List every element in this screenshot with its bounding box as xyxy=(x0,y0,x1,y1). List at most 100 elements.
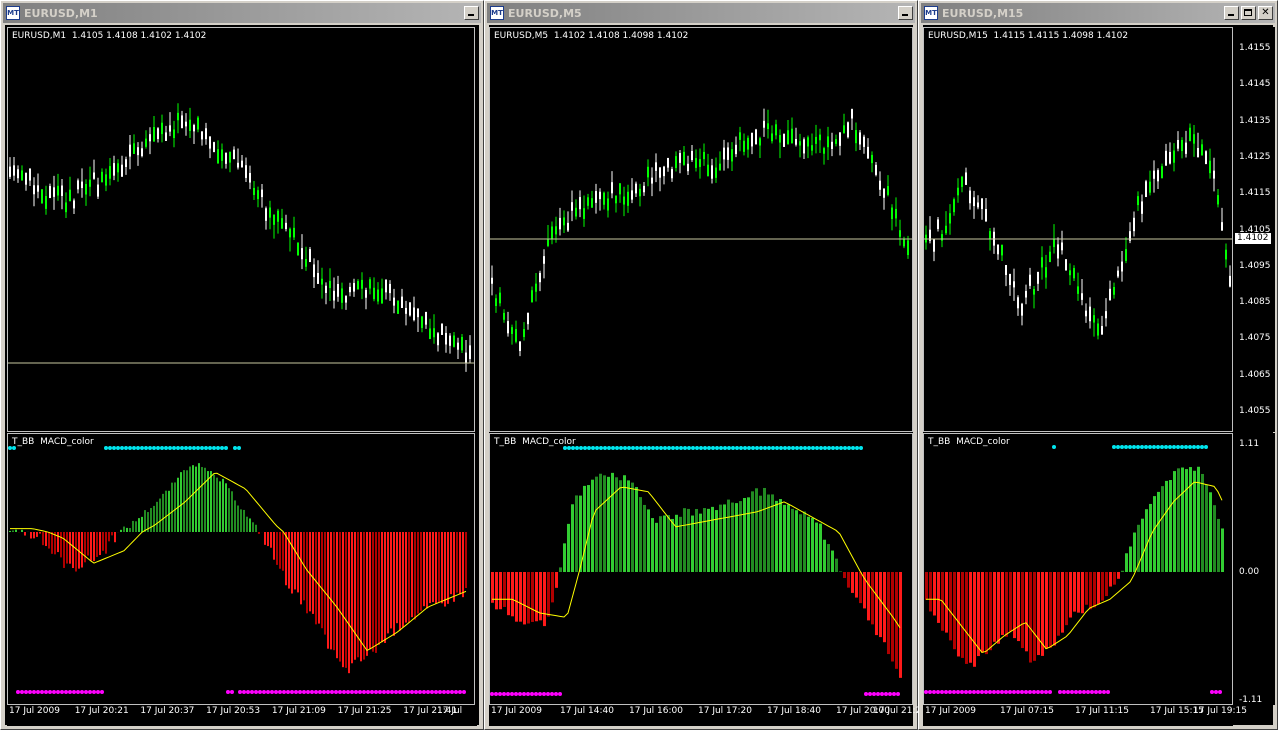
magenta-dot xyxy=(278,690,282,694)
chart-window-m15[interactable]: MT EURUSD,M15 ✕ EURUSD,M15 1.4115 1.4115… xyxy=(918,0,1278,730)
magenta-dot xyxy=(446,690,450,694)
macd-bar xyxy=(381,532,383,643)
macd-bar xyxy=(192,465,194,532)
macd-bar xyxy=(1021,572,1024,649)
macd-pane[interactable]: T_BB MACD_color xyxy=(923,433,1233,705)
cyan-dot xyxy=(583,446,587,450)
cyan-dot xyxy=(823,446,827,450)
candle-body xyxy=(433,328,435,338)
cyan-dot xyxy=(607,446,611,450)
cyan-dot xyxy=(176,446,180,450)
macd-bar xyxy=(989,572,992,651)
candle-body xyxy=(1221,222,1223,231)
chart-client[interactable]: EURUSD,M1 1.4105 1.4108 1.4102 1.4102 T_… xyxy=(5,25,479,726)
minimize-button[interactable] xyxy=(1224,6,1239,20)
candle-body xyxy=(1225,249,1227,260)
candle-body xyxy=(69,189,71,202)
macd-pane[interactable]: T_BB MACD_color xyxy=(489,433,913,705)
magenta-dot xyxy=(28,690,32,694)
price-pane[interactable]: EURUSD,M5 1.4102 1.4108 1.4098 1.4102 xyxy=(489,27,913,432)
magenta-dot xyxy=(64,690,68,694)
magenta-dot xyxy=(378,690,382,694)
minimize-button[interactable] xyxy=(898,6,913,20)
candle-body xyxy=(449,335,451,346)
candle-body xyxy=(1093,315,1095,323)
title-bar[interactable]: MT EURUSD,M1 xyxy=(3,3,481,23)
candle-body xyxy=(405,307,407,314)
cyan-dot xyxy=(855,446,859,450)
close-button[interactable]: ✕ xyxy=(1258,6,1273,20)
cyan-dot xyxy=(152,446,156,450)
chart-client[interactable]: EURUSD,M15 1.4115 1.4115 1.4098 1.4102 1… xyxy=(923,25,1275,726)
macd-bar xyxy=(1097,572,1100,605)
macd-bar xyxy=(563,543,566,572)
macd-bar xyxy=(1205,484,1208,572)
macd-tick-label: 1.11 xyxy=(1239,439,1260,449)
macd-bar xyxy=(1193,470,1196,572)
macd-bar xyxy=(815,522,818,572)
macd-bar xyxy=(1177,468,1180,572)
magenta-dot xyxy=(546,692,550,696)
macd-bar xyxy=(981,572,984,653)
candle-body xyxy=(1165,150,1167,166)
minimize-button[interactable] xyxy=(464,6,479,20)
candle-body xyxy=(895,208,897,219)
candle-body xyxy=(225,152,227,164)
cyan-dot xyxy=(567,446,571,450)
candle-body xyxy=(1065,259,1067,271)
cyan-dot xyxy=(1136,445,1140,449)
macd-bar xyxy=(390,532,392,629)
candle-body xyxy=(1017,297,1019,309)
candle-body xyxy=(727,147,729,160)
cyan-dot xyxy=(831,446,835,450)
macd-bar xyxy=(1189,467,1192,572)
chart-client[interactable]: EURUSD,M5 1.4102 1.4108 1.4098 1.4102 T_… xyxy=(489,25,921,726)
macd-bar xyxy=(835,558,838,572)
magenta-dot xyxy=(386,690,390,694)
macd-histogram xyxy=(8,446,467,694)
candle-body xyxy=(891,207,893,220)
price-pane[interactable]: EURUSD,M15 1.4115 1.4115 1.4098 1.4102 xyxy=(923,27,1233,432)
macd-bar xyxy=(105,532,107,554)
title-bar[interactable]: MT EURUSD,M15 ✕ xyxy=(921,3,1275,23)
macd-bar xyxy=(953,572,956,650)
cyan-dot xyxy=(835,446,839,450)
macd-bar xyxy=(435,532,437,604)
macd-pane[interactable]: T_BB MACD_color xyxy=(7,433,475,705)
candle-body xyxy=(461,336,463,351)
maximize-button[interactable] xyxy=(1241,6,1256,20)
macd-bar xyxy=(723,504,726,572)
macd-bar xyxy=(168,490,170,532)
candle-body xyxy=(511,327,513,334)
cyan-dot xyxy=(1112,445,1116,449)
macd-bar xyxy=(599,473,602,572)
macd-bar xyxy=(1081,572,1084,614)
candle-body xyxy=(1077,286,1079,294)
macd-tick-label: -1.11 xyxy=(1239,695,1263,705)
macd-bar xyxy=(129,528,131,532)
chart-window-m5[interactable]: MT EURUSD,M5 EURUSD,M5 1.4102 1.4108 1.4… xyxy=(484,0,921,730)
title-bar[interactable]: MT EURUSD,M5 xyxy=(487,3,915,23)
magenta-dot xyxy=(414,690,418,694)
macd-bar xyxy=(162,493,164,532)
macd-bar xyxy=(695,508,698,572)
candle-body xyxy=(815,136,817,144)
magenta-dot xyxy=(1040,690,1044,694)
candle-body xyxy=(369,279,371,289)
price-pane[interactable]: EURUSD,M1 1.4105 1.4108 1.4102 1.4102 xyxy=(7,27,475,432)
candle-body xyxy=(1205,151,1207,165)
cyan-dot xyxy=(715,446,719,450)
candle-body xyxy=(547,238,549,246)
macd-bar xyxy=(81,532,83,568)
candle-body xyxy=(491,277,493,284)
chart-window-m1[interactable]: MT EURUSD,M1 EURUSD,M1 1.4105 1.4108 1.4… xyxy=(0,0,484,730)
price-axis[interactable]: 1.4155 1.4145 1.4135 1.4125 1.4115 1.4105 1.40… xyxy=(1233,27,1275,432)
candle-body xyxy=(655,162,657,171)
magenta-dot xyxy=(1016,690,1020,694)
magenta-dot xyxy=(968,690,972,694)
macd-bar xyxy=(72,532,74,569)
macd-bar xyxy=(63,532,65,568)
macd-bar xyxy=(399,532,401,631)
macd-axis[interactable]: 1.11 0.00 -1.11 xyxy=(1233,433,1275,705)
macd-bar xyxy=(33,532,35,539)
